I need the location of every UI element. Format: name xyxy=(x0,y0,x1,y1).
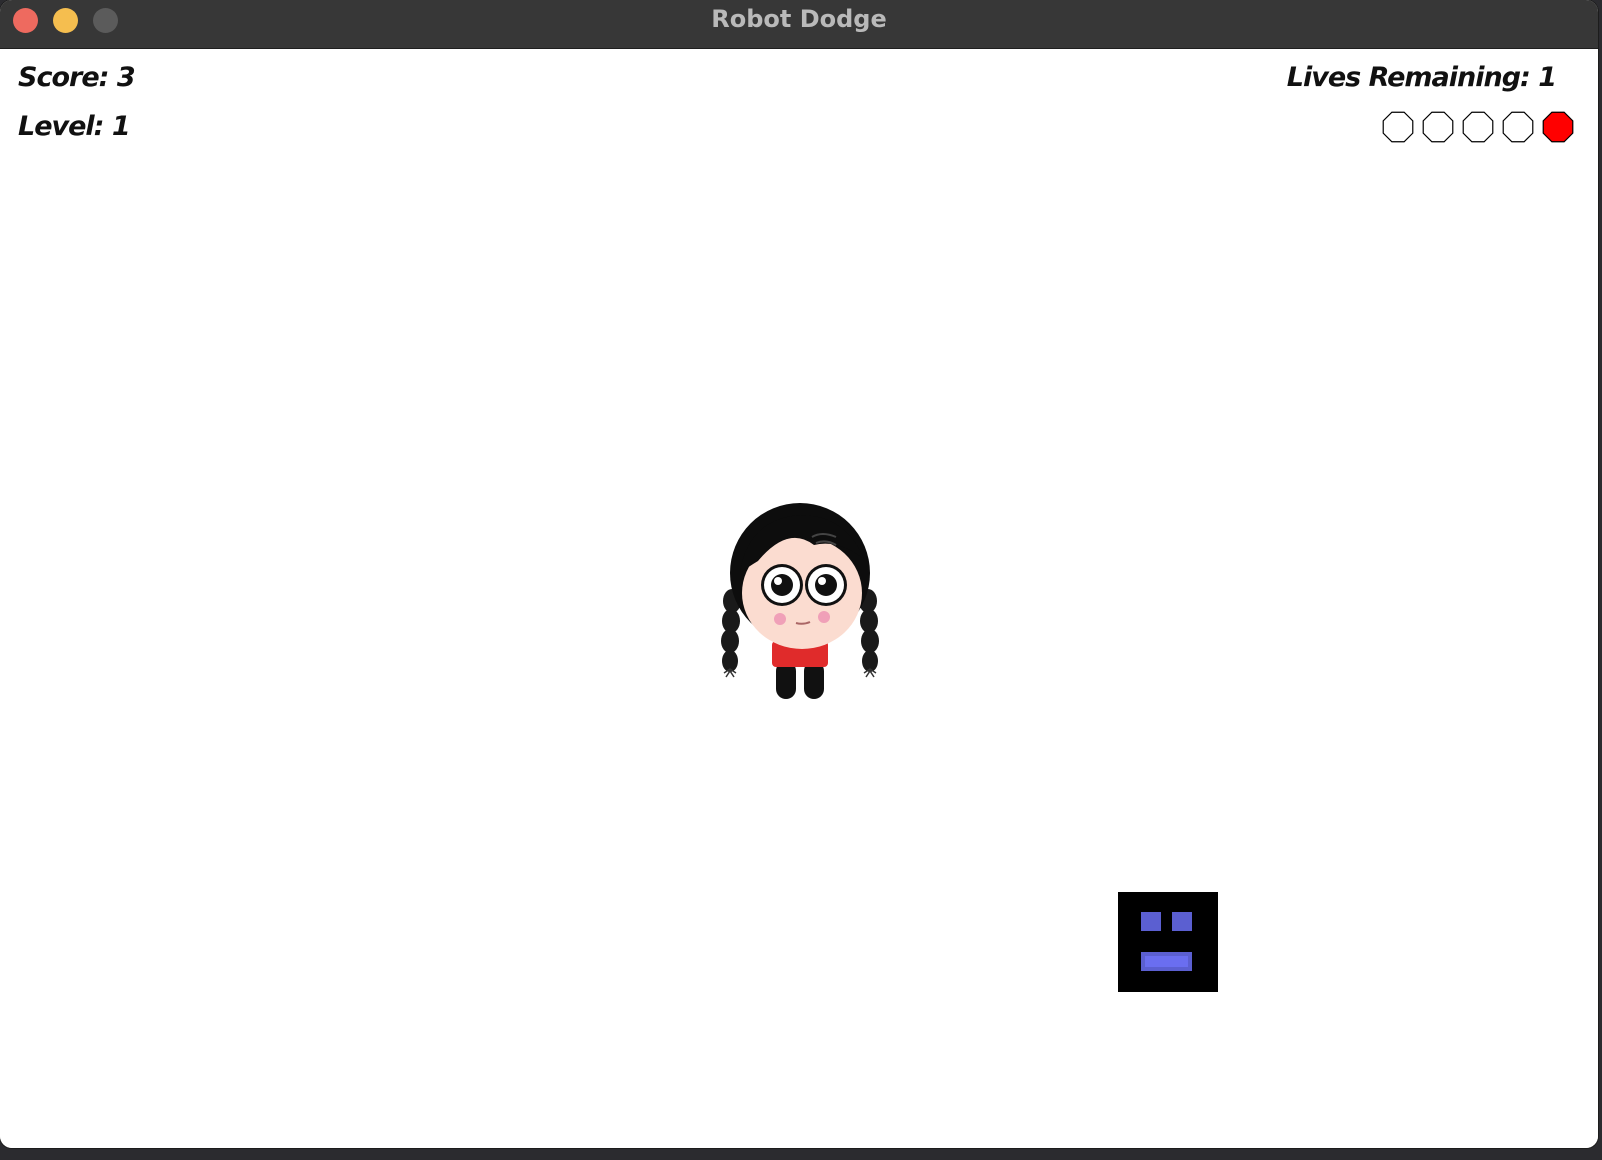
level-label: Level: 1 xyxy=(18,111,131,142)
lives-indicator xyxy=(1380,109,1576,145)
life-full-icon xyxy=(1542,111,1574,143)
life-empty-icon xyxy=(1382,111,1414,143)
player-character xyxy=(721,503,879,699)
lives-remaining-label: Lives Remaining: 1 xyxy=(1286,62,1557,93)
robot-enemy xyxy=(1118,892,1218,992)
window-title: Robot Dodge xyxy=(711,5,887,33)
score-label: Score: 3 xyxy=(18,62,136,93)
life-empty-icon xyxy=(1502,111,1534,143)
life-empty-icon xyxy=(1422,111,1454,143)
game-window: Robot Dodge Score: 3 Level: 1 Lives Rema… xyxy=(0,0,1598,1148)
title-bar: Robot Dodge xyxy=(0,0,1598,49)
game-canvas[interactable]: Score: 3 Level: 1 Lives Remaining: 1 xyxy=(0,49,1598,1148)
life-empty-icon xyxy=(1462,111,1494,143)
